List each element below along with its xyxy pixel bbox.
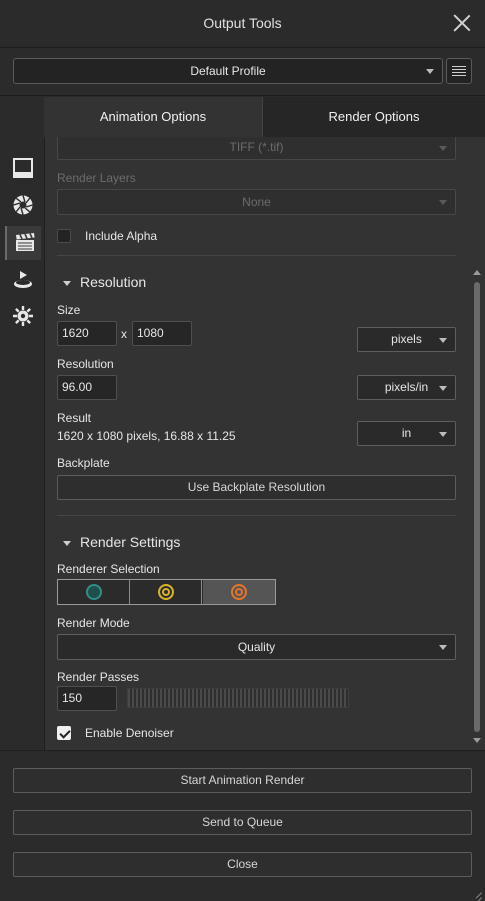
resolution-label: Resolution: [57, 357, 114, 371]
window-title: Output Tools: [203, 15, 282, 31]
teal-ring-icon: [86, 584, 102, 600]
render-settings-section-header[interactable]: Render Settings: [63, 534, 180, 550]
chevron-down-icon: [439, 431, 447, 437]
chevron-down-icon: [439, 145, 447, 151]
profile-row: Default Profile: [0, 48, 485, 96]
chevron-down-icon: [63, 280, 71, 286]
chevron-down-icon: [439, 385, 447, 391]
result-unit-dropdown[interactable]: in: [357, 421, 456, 446]
turntable-icon: [14, 271, 32, 288]
render-passes-slider[interactable]: [127, 688, 349, 708]
height-input[interactable]: 1080: [132, 321, 192, 346]
hamburger-icon: [452, 66, 466, 67]
size-label: Size: [57, 303, 81, 317]
close-icon[interactable]: [453, 14, 471, 32]
clapperboard-icon: [16, 233, 35, 251]
frame-icon: [13, 158, 33, 178]
backplate-label: Backplate: [57, 456, 110, 470]
chevron-down-icon: [439, 645, 447, 650]
resize-grip-icon[interactable]: [472, 888, 482, 901]
render-passes-input[interactable]: 150: [57, 686, 117, 711]
enable-denoiser-label: Enable Denoiser: [85, 726, 174, 740]
render-layers-value: None: [242, 195, 271, 209]
size-unit-value: pixels: [391, 332, 422, 346]
result-text: 1620 x 1080 pixels, 16.88 x 11.25: [57, 429, 236, 443]
title-bar: Output Tools: [0, 0, 485, 48]
renderer-option-gold[interactable]: [130, 580, 202, 604]
chevron-down-icon: [439, 337, 447, 343]
render-mode-label: Render Mode: [57, 616, 130, 630]
tab-bar: Animation Options Render Options: [44, 97, 485, 137]
divider: [57, 255, 456, 256]
include-alpha-label: Include Alpha: [85, 229, 158, 243]
profile-menu-button[interactable]: [446, 58, 472, 84]
render-mode-dropdown[interactable]: Quality: [57, 634, 456, 660]
panel-scrollbar[interactable]: [472, 137, 482, 750]
close-button[interactable]: Close: [13, 852, 472, 877]
size-separator: x: [121, 327, 127, 341]
dpi-unit-value: pixels/in: [384, 380, 429, 394]
sidebar-item-frame[interactable]: [5, 152, 41, 186]
chevron-down-icon[interactable]: [473, 738, 481, 743]
gold-ring-icon: [158, 584, 174, 600]
divider: [57, 515, 456, 516]
result-unit-value: in: [401, 426, 412, 440]
include-alpha-checkbox[interactable]: [57, 229, 71, 243]
sidebar: [0, 97, 44, 750]
footer: Start Animation Render Send to Queue Clo…: [0, 750, 485, 901]
sidebar-item-lighting[interactable]: [5, 300, 41, 334]
sidebar-item-render[interactable]: [5, 226, 41, 260]
start-animation-render-button[interactable]: Start Animation Render: [13, 768, 472, 793]
renderer-option-teal[interactable]: [58, 580, 130, 604]
dpi-unit-dropdown[interactable]: pixels/in: [357, 375, 456, 400]
sidebar-item-turntable[interactable]: [5, 263, 41, 297]
chevron-up-icon[interactable]: [473, 270, 481, 275]
resolution-section-header[interactable]: Resolution: [63, 274, 146, 290]
sun-gear-icon: [13, 306, 33, 326]
profile-dropdown-value: Default Profile: [190, 64, 266, 78]
tab-animation-options[interactable]: Animation Options: [44, 97, 263, 137]
scrollbar-thumb[interactable]: [474, 282, 480, 732]
renderer-selector: [57, 579, 276, 605]
renderer-selection-label: Renderer Selection: [57, 562, 160, 576]
size-unit-dropdown[interactable]: pixels: [357, 327, 456, 352]
chevron-down-icon: [63, 540, 71, 546]
orange-ring-icon: [231, 584, 247, 600]
format-dropdown-value: TIFF (*.tif): [229, 140, 284, 154]
renderer-option-orange[interactable]: [203, 580, 275, 604]
enable-denoiser-checkbox[interactable]: [57, 726, 71, 740]
tab-render-options[interactable]: Render Options: [263, 97, 485, 137]
profile-dropdown[interactable]: Default Profile: [13, 58, 443, 84]
sidebar-item-camera[interactable]: [5, 189, 41, 223]
dpi-input[interactable]: 96.00: [57, 375, 117, 400]
use-backplate-resolution-button[interactable]: Use Backplate Resolution: [57, 475, 456, 500]
render-layers-label: Render Layers: [57, 171, 136, 185]
chevron-down-icon: [439, 200, 447, 205]
render-layers-dropdown[interactable]: None: [57, 189, 456, 215]
aperture-icon: [13, 195, 33, 215]
format-dropdown[interactable]: TIFF (*.tif): [57, 137, 456, 160]
result-label: Result: [57, 411, 92, 425]
render-options-panel: TIFF (*.tif) Render Layers None Include …: [44, 137, 485, 750]
send-to-queue-button[interactable]: Send to Queue: [13, 810, 472, 835]
chevron-down-icon: [426, 69, 434, 74]
width-input[interactable]: 1620: [57, 321, 117, 346]
render-mode-value: Quality: [237, 640, 276, 654]
render-passes-label: Render Passes: [57, 670, 140, 684]
